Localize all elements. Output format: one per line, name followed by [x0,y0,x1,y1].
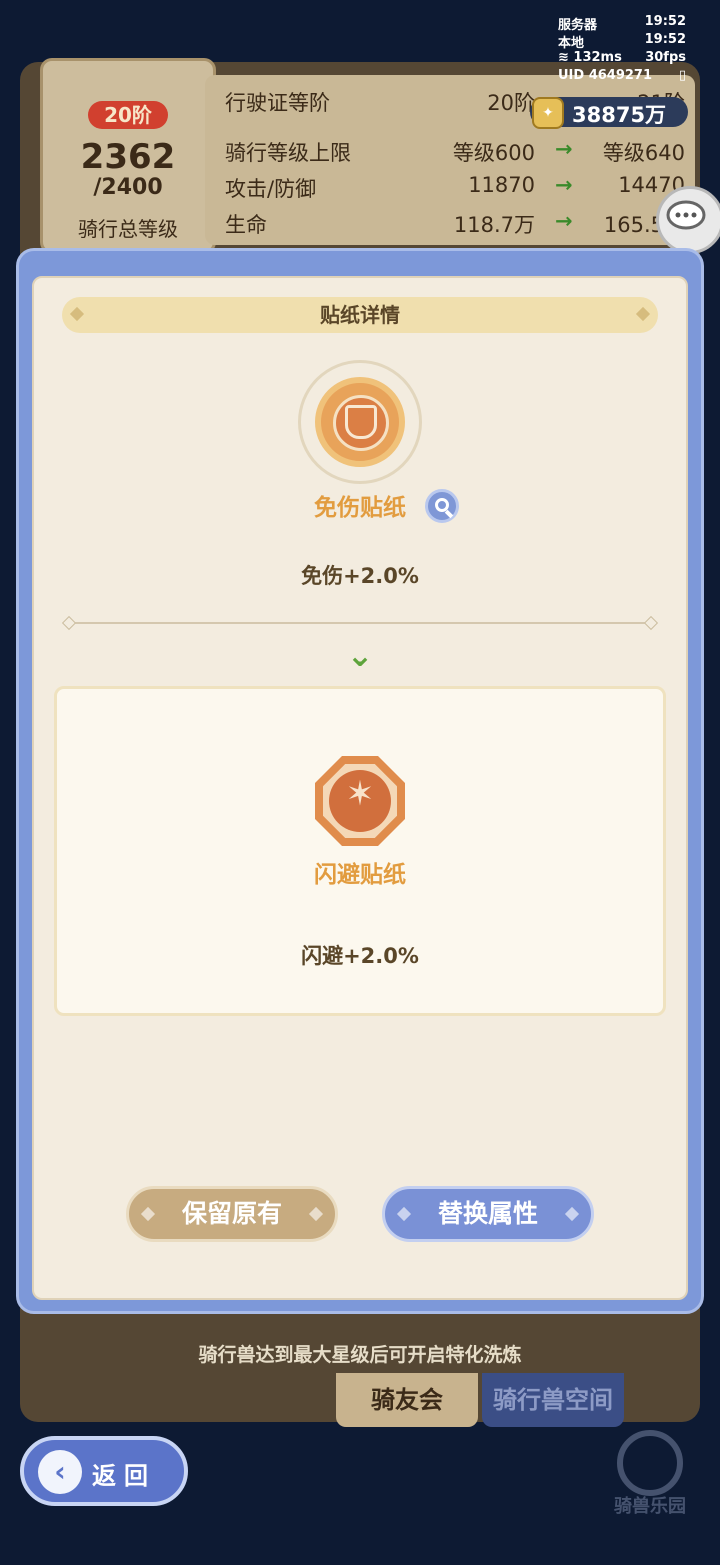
diamond-ornament-icon [69,306,85,322]
sparkle-icon [308,1206,324,1222]
stat-name: 攻击/防御 [225,177,317,201]
server-time: 19:52 [644,14,686,29]
currency-display[interactable]: ✦ 38875万 [530,97,688,129]
arrow-right-icon: → [555,173,573,197]
arrow-right-icon: → [555,137,573,161]
diamond-ornament-icon [635,306,651,322]
stat-current: 等级600 [452,141,535,165]
ferris-wheel-icon [617,1430,683,1496]
stat-name: 生命 [225,213,267,237]
sparkle-icon [140,1206,156,1222]
arrow-right-icon: → [555,209,573,233]
server-label: 服务器 [558,18,598,33]
shield-icon [345,405,377,439]
tab-mount-space[interactable]: 骑行兽空间 [482,1373,624,1427]
riding-level: 2362 [80,137,176,177]
new-sticker-name: 闪避贴纸 [314,862,406,888]
wifi-icon: ≋ [558,50,574,65]
dialog-title-bar: 贴纸详情 [62,297,658,333]
keep-original-label: 保留原有 [181,1199,282,1228]
sparkle-icon [564,1206,580,1222]
magnifier-handle-icon [444,509,454,519]
damage-reduction-sticker-icon [298,360,422,484]
dodge-sticker-icon: ✶ [315,756,405,846]
specialization-tip: 骑行兽达到最大星级后可开启特化洗炼 [198,1344,522,1366]
new-sticker-effect: 闪避+2.0% [301,944,419,968]
stat-current: 20阶 [487,91,535,115]
stat-current: 118.7万 [453,213,535,237]
mount-park-logo[interactable]: 骑兽乐园 [600,1430,700,1520]
riding-level-max: /2400 [93,175,163,200]
replace-attribute-button[interactable]: 替换属性 [382,1186,594,1242]
status-overlay: 服务器 19:52 本地 19:52 ≋ 132ms 30fps UID 464927… [558,14,686,86]
back-label: 返回 [92,1462,156,1490]
dialog-title: 贴纸详情 [320,303,400,327]
keep-original-button[interactable]: 保留原有 [126,1186,338,1242]
currency-amount: 38875万 [572,103,667,127]
back-arrow-icon: ‹ [38,1450,82,1494]
old-sticker-effect: 免伤+2.0% [301,564,419,588]
ping: 132ms [573,50,622,65]
riding-level-label: 骑行总等级 [78,217,178,241]
old-sticker-name: 免伤贴纸 [314,495,406,521]
local-time: 19:52 [644,32,686,47]
chat-bubble-icon [666,200,706,230]
chevron-down-icon: ⌄ [346,636,374,674]
wolf-head-icon: ✶ [345,774,375,814]
stat-next: 等级640 [602,141,685,165]
battery-icon: ▯ [678,68,686,83]
uid: UID 4649271 [558,68,653,83]
stat-name: 行驶证等阶 [225,91,330,115]
back-button[interactable]: ‹ 返回 [20,1436,188,1506]
chat-button[interactable] [656,186,720,254]
tab-riding-club[interactable]: 骑友会 [336,1373,478,1427]
stat-current: 11870 [468,173,535,197]
license-tier-badge: 20阶 [88,101,168,129]
fps: 30fps [645,50,686,65]
replace-attribute-label: 替换属性 [437,1199,538,1228]
stat-name: 骑行等级上限 [225,141,351,165]
sparkle-icon [396,1206,412,1222]
divider [61,615,659,631]
local-label: 本地 [558,36,585,51]
mount-park-label: 骑兽乐园 [614,1496,686,1517]
license-card: 20阶 2362 /2400 骑行总等级 [40,58,216,254]
gold-coin-icon: ✦ [532,97,564,129]
zoom-button[interactable] [425,489,459,523]
